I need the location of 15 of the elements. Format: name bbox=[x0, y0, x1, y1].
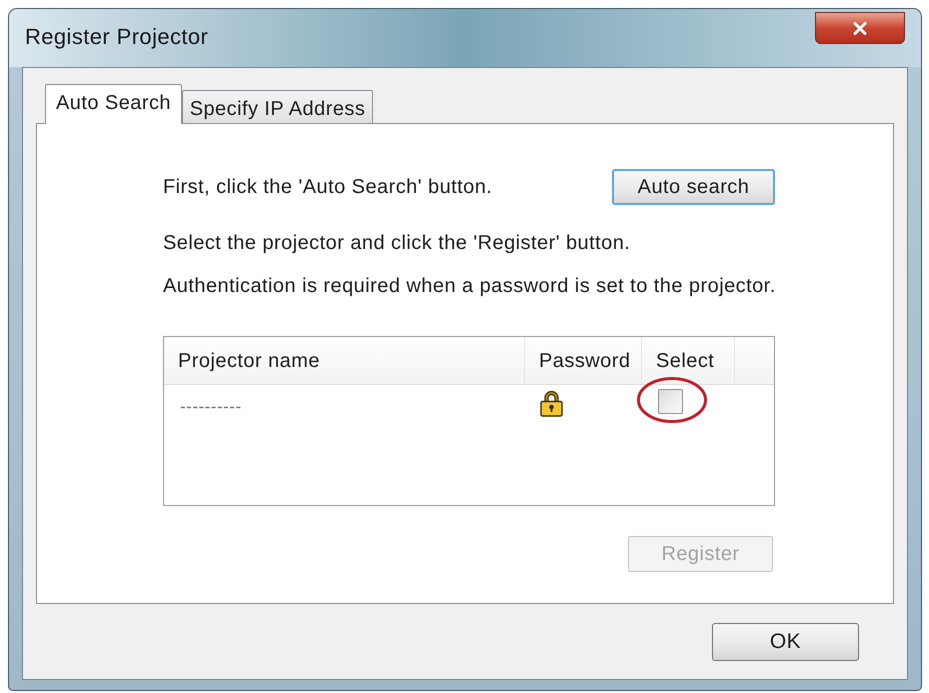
column-header[interactable]: Select bbox=[656, 346, 714, 376]
instruction-text: Select the projector and click the 'Register' button. bbox=[163, 231, 630, 255]
tab[interactable]: Auto Search bbox=[45, 84, 182, 124]
close-button[interactable] bbox=[815, 12, 905, 44]
column-header[interactable]: Projector name bbox=[178, 346, 320, 376]
checkbox[interactable] bbox=[658, 389, 683, 414]
auto-search-button[interactable]: Auto search bbox=[612, 169, 775, 205]
close-icon bbox=[853, 22, 867, 34]
instruction-text: Authentication is required when a password is set to the projector. bbox=[163, 274, 776, 298]
table-cell: ---------- bbox=[180, 397, 242, 416]
tab[interactable]: Specify IP Address bbox=[182, 90, 373, 123]
ok-button[interactable]: OK bbox=[712, 623, 859, 661]
window-title: Register Projector bbox=[25, 23, 208, 51]
instruction-text: First, click the 'Auto Search' button. bbox=[163, 175, 492, 199]
column-header[interactable]: Password bbox=[539, 346, 630, 376]
